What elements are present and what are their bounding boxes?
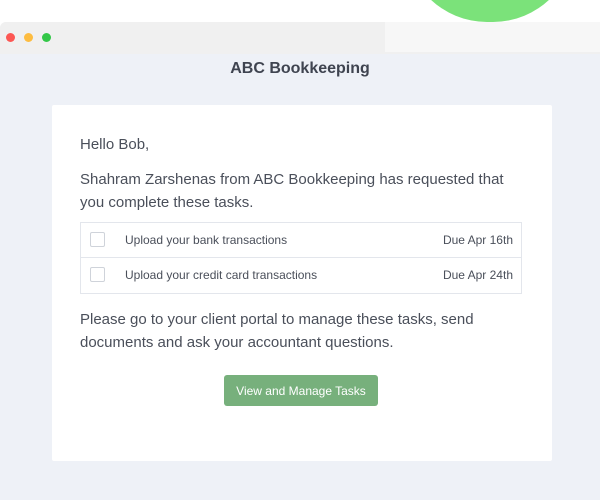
task-checkbox[interactable] <box>90 232 105 247</box>
task-label: Upload your credit card transactions <box>125 268 318 282</box>
browser-window: ABC Bookkeeping Hello Bob, Shahram Zarsh… <box>0 22 600 500</box>
task-checkbox[interactable] <box>90 267 105 282</box>
task-row: Upload your credit card transactions Due… <box>81 258 521 293</box>
maximize-window-icon[interactable] <box>42 33 51 42</box>
window-tab-area <box>385 22 600 52</box>
task-due-date: Due Apr 16th <box>442 233 513 247</box>
task-row: Upload your bank transactions Due Apr 16… <box>81 223 521 258</box>
task-due-date: Due Apr 24th <box>442 268 513 282</box>
window-titlebar <box>0 22 600 54</box>
email-greeting: Hello Bob, <box>80 136 150 153</box>
task-label: Upload your bank transactions <box>125 233 288 247</box>
email-outro-text: Please go to your client portal to manag… <box>80 311 474 351</box>
email-card: Hello Bob, Shahram Zarshenas from ABC Bo… <box>52 105 552 461</box>
brand-title: ABC Bookkeeping <box>230 60 370 77</box>
decorative-green-shape <box>405 0 575 22</box>
view-and-manage-tasks-button[interactable]: View and Manage Tasks <box>224 375 378 406</box>
task-list: Upload your bank transactions Due Apr 16… <box>80 222 522 294</box>
minimize-window-icon[interactable] <box>24 33 33 42</box>
screenshot-stage: ABC Bookkeeping Hello Bob, Shahram Zarsh… <box>0 0 600 500</box>
close-window-icon[interactable] <box>6 33 15 42</box>
email-intro-text: Shahram Zarshenas from ABC Bookkeeping h… <box>80 171 504 211</box>
